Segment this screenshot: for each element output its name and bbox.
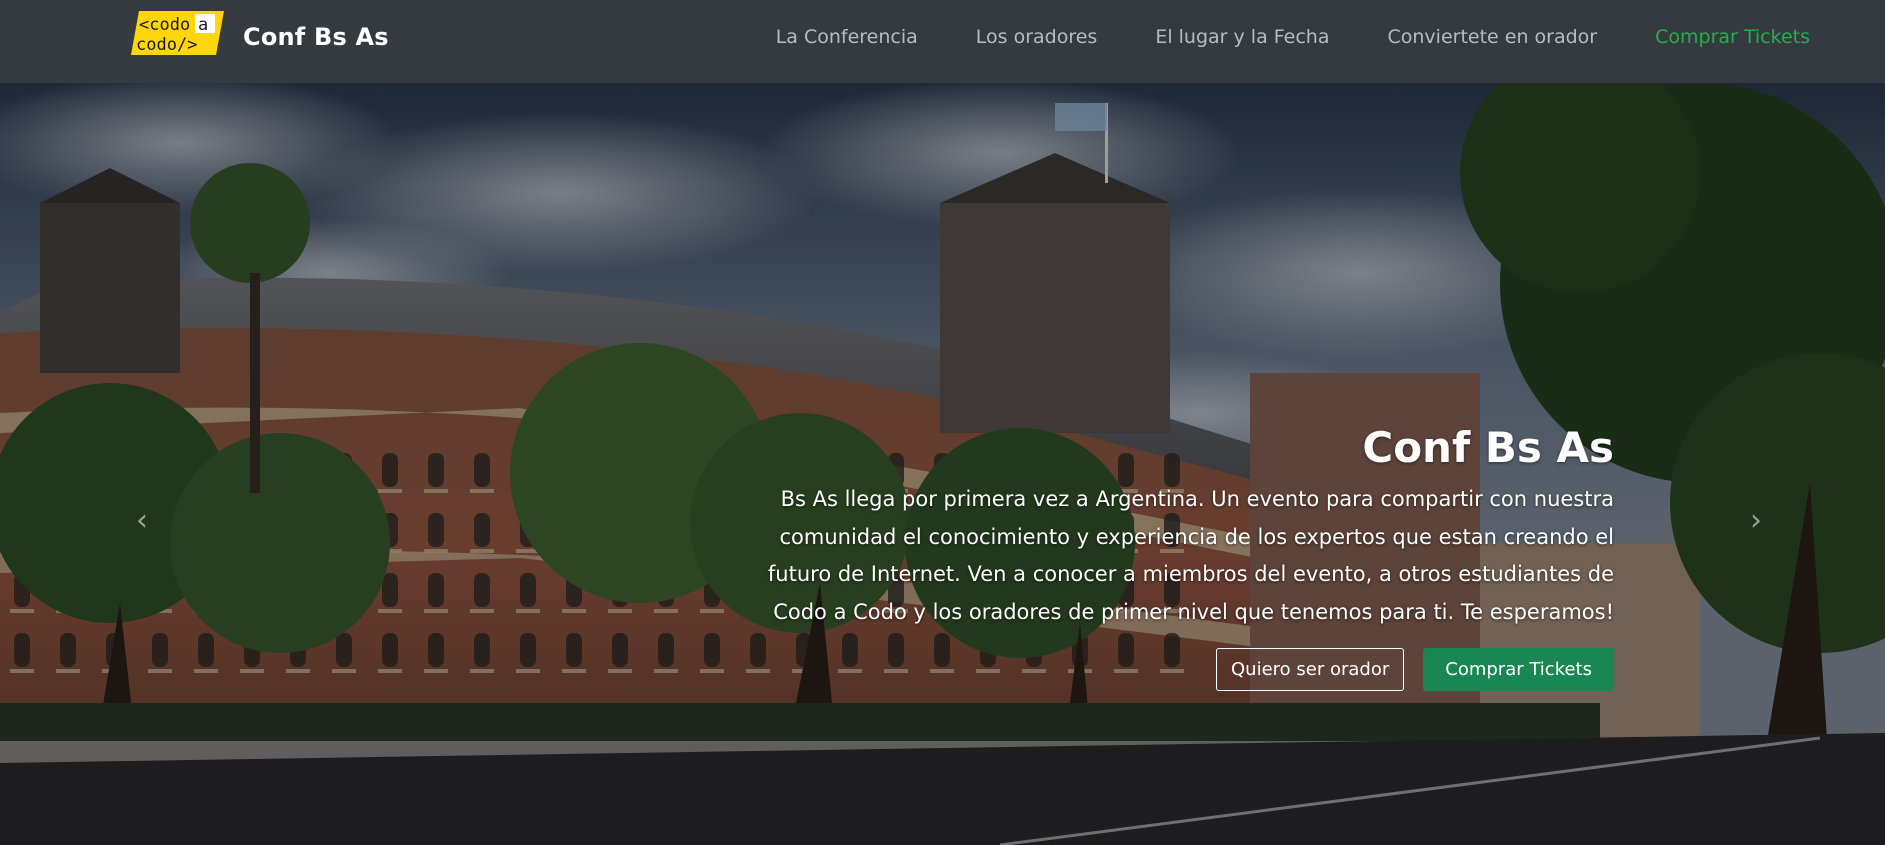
chevron-right-icon[interactable]: › (1741, 501, 1771, 541)
nav-link-comprar-tickets[interactable]: Comprar Tickets (1626, 19, 1810, 55)
chevron-left-icon[interactable]: ‹ (127, 501, 157, 541)
codo-a-codo-logo[interactable]: <codo a codo/> (131, 11, 224, 55)
hero-carousel: ‹ › Conf Bs As Bs As llega por primera v… (0, 83, 1885, 845)
speaker-button[interactable]: Quiero ser orador (1216, 648, 1405, 691)
hero-caption: Conf Bs As Bs As llega por primera vez a… (754, 421, 1614, 691)
nav-links: La Conferencia Los oradores El lugar y l… (747, 19, 1810, 55)
logo-line1: <codo (139, 15, 190, 35)
nav-link-conviertete-orador[interactable]: Conviertete en orador (1358, 19, 1626, 55)
buy-tickets-button[interactable]: Comprar Tickets (1423, 648, 1614, 691)
brand-title[interactable]: Conf Bs As (243, 19, 389, 55)
nav-link-la-conferencia[interactable]: La Conferencia (747, 19, 947, 55)
navbar: <codo a codo/> Conf Bs As La Conferencia… (0, 0, 1885, 83)
logo-line1-accent: a (198, 15, 208, 35)
hero-title: Conf Bs As (1362, 423, 1614, 472)
hero-description: Bs As llega por primera vez a Argentina.… (767, 487, 1614, 624)
logo-line2: codo/> (136, 35, 197, 55)
hero-actions: Quiero ser orador Comprar Tickets (754, 648, 1614, 691)
nav-link-los-oradores[interactable]: Los oradores (947, 19, 1127, 55)
nav-link-el-lugar[interactable]: El lugar y la Fecha (1126, 19, 1358, 55)
